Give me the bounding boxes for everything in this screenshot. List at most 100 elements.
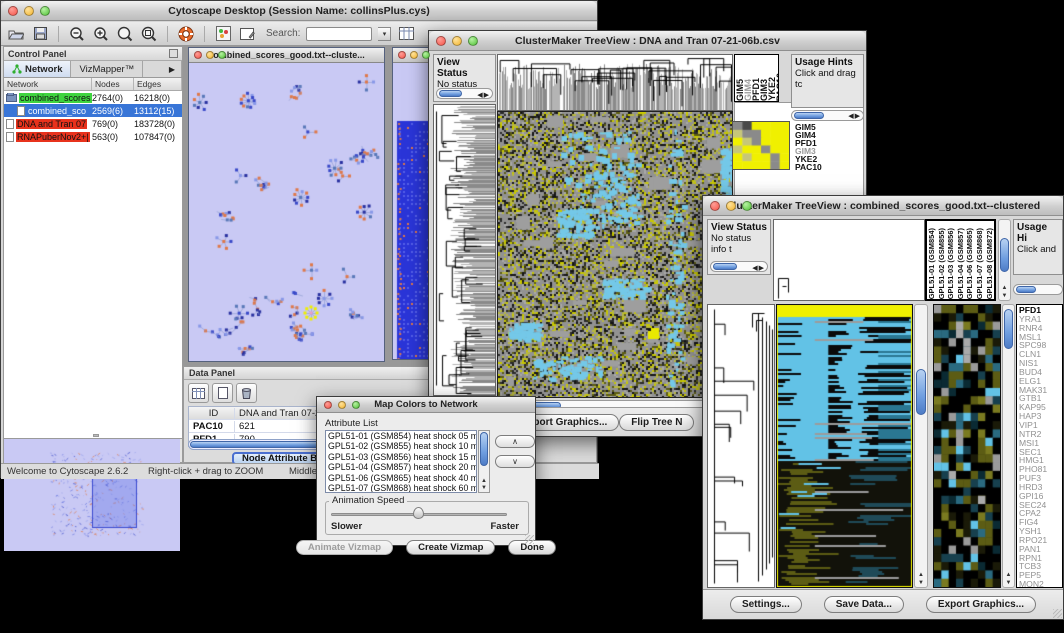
tv2-zoom-vscrollbar[interactable]: ▲▼ — [1002, 304, 1015, 588]
zoom-fit-icon[interactable] — [140, 25, 158, 43]
tv2-column-dendrogram[interactable] — [773, 219, 925, 301]
zoom-window-button[interactable] — [742, 201, 752, 211]
attribute-list-scrollbar[interactable]: ▲▼ — [478, 430, 490, 493]
dialog-action-button[interactable]: Create Vizmap — [406, 540, 495, 555]
attribute-list[interactable]: GPL51-01 (GSM854) heat shock 05 minGPL51… — [325, 430, 477, 493]
treeview2-title-bar[interactable]: ClusterMaker TreeView : combined_scores_… — [703, 196, 1063, 216]
attribute-list-item[interactable]: GPL51-01 (GSM854) heat shock 05 min — [326, 431, 476, 441]
network-view-canvas[interactable] — [189, 63, 384, 361]
tv2-action-button[interactable]: Settings... — [730, 596, 802, 613]
save-icon[interactable] — [31, 25, 49, 43]
new-attribute-icon[interactable] — [212, 383, 233, 403]
network-view-window: combined_scores_good.txt--cluste... — [188, 47, 385, 362]
tv2-status-scrollbar[interactable]: ◀▶ — [710, 261, 768, 272]
zoom-window-button[interactable] — [352, 401, 360, 409]
close-button[interactable] — [436, 36, 446, 46]
tv2-heatmap-global[interactable] — [776, 304, 913, 588]
tv2-column-scrollbar[interactable]: ▲▼ — [998, 219, 1011, 301]
close-button[interactable] — [398, 51, 406, 59]
zoom-window-button[interactable] — [218, 51, 226, 59]
slider-thumb[interactable] — [413, 507, 424, 519]
tv1-heatmap-zoom[interactable] — [732, 121, 790, 170]
tv1-column-labels[interactable]: GIM5GIM4PFD1GIM3YKE2PAC10 — [734, 54, 779, 102]
dialog-title-bar[interactable]: Map Colors to Network — [317, 397, 535, 413]
close-button[interactable] — [324, 401, 332, 409]
attribute-list-item[interactable]: GPL51-06 (GSM865) heat shock 40 min — [326, 473, 476, 483]
zoom-window-button[interactable] — [422, 51, 430, 59]
tv1-row-dendrogram[interactable] — [433, 104, 496, 396]
dialog-action-button[interactable]: Animate Vizmap — [296, 540, 393, 555]
desktop: Cytoscape Desktop (Session Name: collins… — [0, 0, 1064, 633]
network-list-empty-area — [4, 291, 182, 439]
attribute-table-icon[interactable] — [397, 25, 415, 43]
zoom-window-button[interactable] — [40, 6, 50, 16]
tv2-heatmap-vscrollbar[interactable]: ▲▼ — [914, 304, 928, 588]
birds-eye-view[interactable] — [4, 439, 180, 551]
minimize-button[interactable] — [338, 401, 346, 409]
tv2-action-button[interactable]: Save Data... — [824, 596, 904, 613]
close-button[interactable] — [710, 201, 720, 211]
tv2-view-status-panel: View StatusNo status info t ◀▶ — [707, 219, 771, 275]
tab-overflow-arrow[interactable]: ▶ — [143, 61, 182, 77]
zoom-out-icon[interactable] — [68, 25, 86, 43]
close-button[interactable] — [194, 51, 202, 59]
treeview1-title-bar[interactable]: ClusterMaker TreeView : DNA and Tran 07-… — [429, 31, 866, 51]
search-input[interactable] — [306, 27, 372, 41]
zoom-icon[interactable] — [116, 25, 134, 43]
attribute-list-item[interactable]: GPL51-02 (GSM855) heat shock 10 min — [326, 441, 476, 451]
open-file-icon[interactable] — [7, 25, 25, 43]
tv2-usage-scrollbar[interactable] — [1013, 284, 1063, 295]
network-window-title-bar[interactable]: combined_scores_good.txt--cluste... — [189, 48, 384, 63]
zoom-in-icon[interactable] — [92, 25, 110, 43]
panel-resize-grip[interactable] — [93, 434, 99, 437]
close-button[interactable] — [8, 6, 18, 16]
slower-label: Slower — [331, 521, 362, 532]
attribute-list-item[interactable]: GPL51-04 (GSM857) heat shock 20 min — [326, 462, 476, 472]
minimize-button[interactable] — [24, 6, 34, 16]
toolbar-separator — [167, 26, 168, 42]
dialog-resize-grip[interactable] — [525, 535, 534, 544]
network-row[interactable]: combined_sco 2569(6) 13112(15) — [4, 104, 182, 117]
control-panel: Control Panel Network VizMapper™ ▶ Netwo… — [3, 46, 183, 463]
select-attributes-icon[interactable] — [188, 383, 209, 403]
faster-label: Faster — [490, 521, 519, 532]
minimize-button[interactable] — [206, 51, 214, 59]
tab-vizmapper[interactable]: VizMapper™ — [71, 61, 143, 77]
zoom-window-button[interactable] — [468, 36, 478, 46]
control-panel-tabs: Network VizMapper™ ▶ — [4, 61, 182, 78]
annotation-grid-icon[interactable] — [214, 25, 232, 43]
search-dropdown-arrow[interactable]: ▾ — [378, 27, 391, 41]
attribute-list-item[interactable]: GPL51-07 (GSM868) heat shock 60 min — [326, 483, 476, 493]
tv1-usage-scrollbar[interactable]: ◀▶ — [791, 110, 864, 121]
main-title-bar[interactable]: Cytoscape Desktop (Session Name: collins… — [1, 1, 597, 21]
main-window-title: Cytoscape Desktop (Session Name: collins… — [1, 5, 597, 17]
tv1-column-dendrogram[interactable] — [497, 54, 733, 111]
tv2-gene-labels[interactable]: PFD1YRA1RNR4MSL1SPC98CLN1NIS1BUD4ELG1MAK… — [1016, 304, 1063, 588]
move-up-button[interactable]: ∧ — [495, 435, 535, 448]
tv1-action-button[interactable]: Flip Tree N — [619, 414, 694, 431]
float-panel-icon[interactable] — [169, 49, 178, 58]
network-row[interactable]: combined_scores 2764(0) 16218(0) — [4, 91, 182, 104]
attribute-list-item[interactable]: GPL51-03 (GSM856) heat shock 15 min — [326, 452, 476, 462]
network-icon — [12, 64, 22, 74]
minimize-button[interactable] — [452, 36, 462, 46]
tv2-action-button[interactable]: Export Graphics... — [926, 596, 1036, 613]
network-row[interactable]: DNA and Tran 07 769(0) 183728(0) — [4, 117, 182, 130]
tv2-row-dendrogram[interactable] — [707, 304, 775, 588]
delete-attribute-icon[interactable] — [236, 383, 257, 403]
tv1-status-scrollbar[interactable]: ◀▶ — [436, 88, 493, 99]
move-down-button[interactable]: ∨ — [495, 455, 535, 468]
tv2-column-labels[interactable]: GPL51-01 (GSM854)GPL51-02 (GSM855)GPL51-… — [925, 219, 996, 301]
animation-speed-label: Animation Speed — [329, 495, 407, 506]
edit-document-icon[interactable] — [238, 25, 256, 43]
network-row[interactable]: RNAPuberNov2+| 563(0) 107847(0) — [4, 130, 182, 143]
tv1-heatmap-global[interactable] — [497, 111, 733, 398]
tab-network[interactable]: Network — [4, 61, 71, 77]
window-resize-grip[interactable] — [1053, 609, 1062, 618]
network-row-icon — [17, 106, 25, 116]
tv2-heatmap-zoom[interactable] — [933, 304, 1001, 588]
minimize-button[interactable] — [726, 201, 736, 211]
treeview2-title: ClusterMaker TreeView : combined_scores_… — [703, 200, 1063, 212]
help-lifering-icon[interactable] — [177, 25, 195, 43]
minimize-button[interactable] — [410, 51, 418, 59]
